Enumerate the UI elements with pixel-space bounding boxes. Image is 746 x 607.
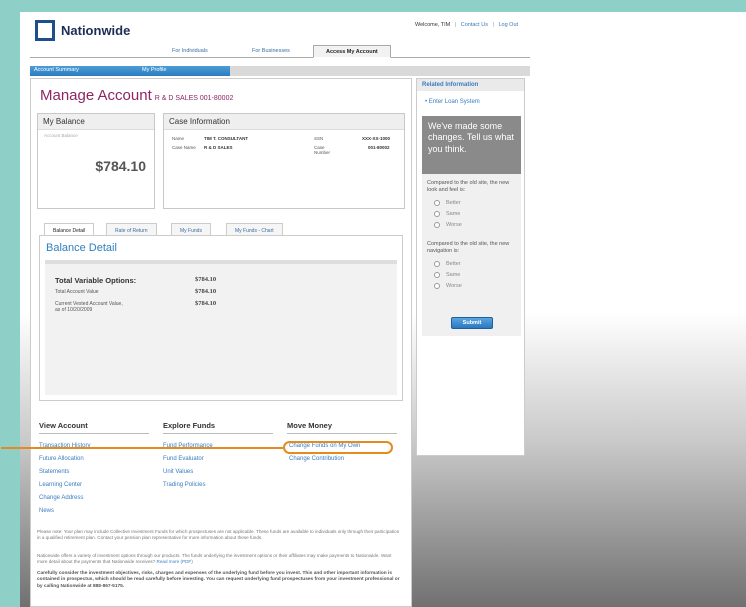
case-number-label: Case Number [314,145,331,155]
option-label: Same [446,272,461,278]
account-balance-label: Account Balance [44,133,78,138]
radio-icon [434,283,440,289]
balance-detail-title: Balance Detail [46,242,117,254]
page-title-text: Manage Account [40,87,152,104]
option-label: Same [446,211,461,217]
subnav-my-profile[interactable]: My Profile [142,67,166,73]
row-value: $784.10 [195,300,217,307]
row-value: $784.10 [195,276,217,283]
log-out-link[interactable]: Log Out [498,22,518,28]
enter-loan-system-label: Enter Loan System [428,99,480,105]
link-change-address[interactable]: Change Address [39,495,83,501]
case-name-label: Case Name [172,145,196,150]
survey-question-look: Compared to the old site, the new look a… [427,180,510,194]
link-news[interactable]: News [39,508,54,514]
separator: | [454,22,457,28]
subnav-account-summary[interactable]: Account Summary [34,67,79,73]
view-account-heading: View Account [39,421,149,434]
radio-icon [434,200,440,206]
option-worse-look[interactable]: Worse [434,222,462,228]
link-unit-values[interactable]: Unit Values [163,469,193,475]
link-trading-policies[interactable]: Trading Policies [163,482,205,488]
option-better-look[interactable]: Better [434,200,461,206]
option-label: Better [446,261,461,267]
link-statements[interactable]: Statements [39,469,69,475]
fine-print-payments: Nationwide offers a variety of investmen… [37,553,403,565]
option-better-navigation[interactable]: Better [434,261,461,267]
tab-for-individuals[interactable]: For Individuals [160,45,220,58]
option-label: Worse [446,222,462,228]
page-subtitle: R & D SALES 001-80002 [154,95,234,102]
survey-question-navigation: Compared to the old site, the new naviga… [427,241,510,255]
logo-text: Nationwide [61,23,131,38]
callout-line [1,447,283,449]
link-future-allocation[interactable]: Future Allocation [39,456,84,462]
case-name-value: R & D SALES [204,145,233,150]
highlight-oval [283,441,393,454]
option-worse-navigation[interactable]: Worse [434,283,462,289]
name-label: Name [172,136,185,141]
tab-access-my-account[interactable]: Access My Account [313,45,391,58]
header-links: Welcome, TIM | Contact Us | Log Out [415,22,518,28]
explore-funds-heading: Explore Funds [163,421,273,434]
link-fund-evaluator[interactable]: Fund Evaluator [163,456,204,462]
welcome-text: Welcome, TIM [415,22,451,28]
balance-detail-body: Total Variable Options: $784.10 Total Ac… [45,260,397,395]
separator: | [492,22,494,28]
logo-mark-icon [35,20,55,41]
row-label: Total Variable Options: [55,276,137,285]
account-balance-value: $784.10 [95,158,146,174]
link-change-contribution[interactable]: Change Contribution [289,456,344,462]
option-label: Worse [446,283,462,289]
ssn-label: SSN [314,136,324,141]
feedback-survey: We've made some changes. Tell us what yo… [422,116,521,336]
row-label: Current Vested Account Value, as of 10/2… [55,301,123,313]
radio-icon [434,272,440,278]
radio-icon [434,222,440,228]
sub-navigation: Account Summary My Profile [30,66,530,76]
survey-heading: We've made some changes. Tell us what yo… [422,116,521,174]
row-value: $784.10 [195,288,217,295]
fine-print-payments-text: Nationwide offers a variety of investmen… [37,553,392,565]
radio-icon [434,211,440,217]
main-content: Manage Account R & D SALES 001-80002 My B… [1,78,412,607]
balance-detail-panel: Balance Detail Total Variable Options: $… [39,235,403,401]
case-information-heading: Case Information [164,114,404,130]
option-same-look[interactable]: Same [434,211,460,217]
related-information-sidebar: Related Information • Enter Loan System … [416,78,525,456]
fine-print-collective-funds: Please note: Your plan may include Colle… [37,529,400,541]
case-number-value: 001-80002 [368,145,390,150]
my-balance-panel: My Balance Account Balance $784.10 [37,113,155,209]
top-tab-bar: For Individuals For Businesses Access My… [30,42,530,58]
option-same-navigation[interactable]: Same [434,272,460,278]
page-title: Manage Account R & D SALES 001-80002 [40,87,233,104]
option-label: Better [446,200,461,206]
nationwide-logo[interactable]: Nationwide [35,20,130,41]
ssn-value: XXX-XX-1000 [362,136,391,141]
row-label: Total Account Value [55,289,99,295]
page-frame: Nationwide Welcome, TIM | Contact Us | L… [1,12,746,607]
tab-for-businesses[interactable]: For Businesses [240,45,302,58]
fine-print-prospectus: Carefully consider the investment object… [37,571,400,589]
link-learning-center[interactable]: Learning Center [39,482,82,488]
read-more-pdf-link[interactable]: Read more (PDF) [157,559,193,564]
radio-icon [434,261,440,267]
move-money-heading: Move Money [287,421,397,434]
enter-loan-system-link[interactable]: • Enter Loan System [425,99,480,105]
my-balance-heading: My Balance [38,114,154,130]
case-information-panel: Case Information Name TIM T. CONSULTANT … [163,113,405,209]
name-value: TIM T. CONSULTANT [204,136,249,141]
related-information-heading: Related Information [417,79,524,91]
contact-us-link[interactable]: Contact Us [461,22,488,28]
submit-button[interactable]: Submit [451,317,493,329]
